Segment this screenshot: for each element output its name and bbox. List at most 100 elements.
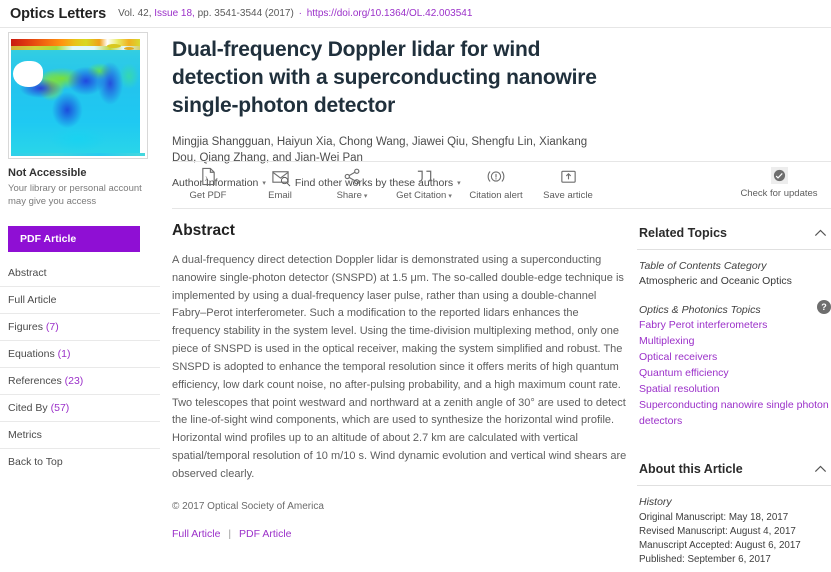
share-nodes-icon [343, 167, 362, 186]
citation-alert-button[interactable]: Citation alert [460, 167, 532, 201]
thumbnail-data-gap [13, 61, 43, 87]
get-citation-button[interactable]: Get Citation ▾ [388, 167, 460, 201]
sidebar-item-label: Figures [8, 321, 44, 334]
volume-text: Vol. 42, [118, 8, 152, 19]
article-action-toolbar: λ Get PDF Email Share ▾ Get Citation ▾ C… [172, 161, 831, 209]
sidebar-item-abstract[interactable]: Abstract [0, 260, 160, 288]
email-label: Email [268, 190, 292, 201]
sidebar-item-count: (7) [43, 321, 59, 334]
toc-category-value: Atmospheric and Oceanic Optics [639, 275, 792, 287]
sidebar-item-back-to-top[interactable]: Back to Top [0, 449, 160, 475]
topic-link[interactable]: Spatial resolution [639, 382, 829, 398]
topic-link[interactable]: Fabry Perot interferometers [639, 318, 829, 334]
check-for-updates-button[interactable]: Check for updates [727, 167, 831, 199]
thumbnail-top-band [11, 39, 145, 46]
citation-line: Vol. 42, Issue 18, pp. 3541-3544 (2017) … [118, 8, 472, 19]
about-this-article-title: About this Article [639, 461, 743, 476]
pdf-article-button[interactable]: PDF Article [8, 226, 140, 253]
topic-link[interactable]: Superconducting nanowire single photon d… [639, 398, 829, 430]
thumbnail-bottom-edge [11, 153, 145, 156]
sidebar-item-label: Metrics [8, 429, 42, 442]
save-article-button[interactable]: Save article [532, 167, 604, 201]
article-thumbnail[interactable] [8, 32, 148, 159]
sidebar-item-label: Cited By [8, 402, 48, 415]
about-this-article-header[interactable]: About this Article [637, 458, 831, 486]
share-button[interactable]: Share ▾ [316, 167, 388, 201]
optics-photonics-topics-label: Optics & Photonics Topics [639, 304, 761, 317]
thumbnail-colormap-base [11, 35, 145, 156]
journal-name[interactable]: Optics Letters [10, 6, 106, 22]
crossmark-badge-icon [770, 167, 788, 184]
pdf-article-link[interactable]: PDF Article [239, 528, 292, 540]
article-format-links: Full Article | PDF Article [172, 528, 627, 540]
history-entry: Original Manuscript: May 18, 2017 [639, 511, 789, 523]
right-sidebar: Related Topics Table of Contents Categor… [637, 222, 831, 572]
get-citation-label: Get Citation ▾ [396, 190, 452, 201]
page-title: Dual-frequency Doppler lidar for wind de… [172, 38, 597, 117]
help-icon[interactable]: ? [817, 300, 831, 314]
toc-category-label: Table of Contents Category [639, 260, 767, 272]
chevron-up-icon-about [814, 463, 827, 475]
left-sidebar: Not Accessible Your library or personal … [0, 28, 160, 571]
save-box-icon [559, 167, 578, 186]
history-label: History [639, 495, 672, 508]
access-status-description: Your library or personal account may giv… [8, 183, 142, 208]
doi-link[interactable]: https://doi.org/10.1364/OL.42.003541 [307, 8, 473, 19]
abstract-heading: Abstract [172, 222, 235, 239]
chevron-down-icon-citation: ▾ [448, 193, 452, 200]
get-citation-label-text: Get Citation [396, 190, 447, 201]
about-this-article-body: History Original Manuscript: May 18, 201… [637, 486, 831, 568]
topic-link[interactable]: Optical receivers [639, 350, 829, 366]
article-section-nav: Abstract Full Article Figures (7) Equations… [0, 260, 160, 475]
envelope-icon [271, 167, 290, 186]
sidebar-item-metrics[interactable]: Metrics [0, 422, 160, 450]
sidebar-item-label: References [8, 375, 62, 388]
abstract-text: A dual-frequency direct detection Dopple… [172, 254, 627, 480]
svg-text:λ: λ [205, 176, 209, 183]
sidebar-item-label: Back to Top [8, 456, 63, 469]
thumbnail-right-margin [140, 35, 145, 156]
related-topics-title: Related Topics [639, 226, 727, 240]
share-label: Share ▾ [337, 190, 368, 201]
get-pdf-button[interactable]: λ Get PDF [172, 167, 244, 201]
chevron-up-icon-related [814, 227, 827, 239]
sidebar-item-full-article[interactable]: Full Article [0, 287, 160, 315]
related-topics-body: Table of Contents Category Atmospheric a… [637, 250, 831, 430]
sidebar-item-figures[interactable]: Figures (7) [0, 314, 160, 342]
journal-header-bar: Optics Letters Vol. 42, Issue 18, pp. 35… [0, 0, 831, 28]
citation-alert-label: Citation alert [469, 190, 523, 201]
topic-link[interactable]: Multiplexing [639, 334, 829, 350]
topic-link-list: Fabry Perot interferometers Multiplexing O… [639, 318, 829, 430]
sidebar-item-label: Abstract [8, 267, 47, 280]
sidebar-item-references[interactable]: References (23) [0, 368, 160, 396]
pages-text: pp. 3541-3544 (2017) [197, 8, 294, 19]
quote-marks-icon [414, 167, 435, 186]
chevron-down-icon-share: ▾ [363, 193, 368, 200]
topic-link[interactable]: Quantum efficiency [639, 366, 829, 382]
history-list: Original Manuscript: May 18, 2017 Revised… [639, 511, 829, 568]
history-entry: Manuscript Accepted: August 6, 2017 [639, 540, 801, 552]
about-this-article-panel: About this Article History Original Manu… [637, 458, 831, 568]
share-label-text: Share [336, 190, 362, 201]
related-topics-header[interactable]: Related Topics [637, 222, 831, 250]
save-article-label: Save article [543, 190, 593, 201]
issue-link[interactable]: Issue 18, [154, 8, 195, 19]
sidebar-item-cited-by[interactable]: Cited By (57) [0, 395, 160, 423]
access-status-block: Not Accessible Your library or personal … [0, 159, 160, 208]
email-button[interactable]: Email [244, 167, 316, 201]
history-entry: Published: September 6, 2017 [639, 554, 771, 566]
sidebar-item-label: Equations [8, 348, 55, 361]
link-divider: | [228, 527, 232, 540]
sidebar-item-count: (1) [54, 348, 71, 361]
sidebar-item-label: Full Article [8, 294, 57, 307]
citation-alert-icon [484, 167, 508, 186]
thumbnail-spot-two [123, 47, 134, 50]
lidar-backscatter-thumbnail-image [11, 35, 145, 156]
sidebar-item-count: (23) [61, 375, 84, 388]
get-pdf-label: Get PDF [189, 190, 227, 201]
sidebar-item-equations[interactable]: Equations (1) [0, 341, 160, 369]
full-article-link[interactable]: Full Article [172, 528, 220, 540]
related-topics-panel: Related Topics Table of Contents Categor… [637, 222, 831, 430]
copyright-text: © 2017 Optical Society of America [172, 500, 324, 512]
access-status-title: Not Accessible [8, 167, 87, 179]
